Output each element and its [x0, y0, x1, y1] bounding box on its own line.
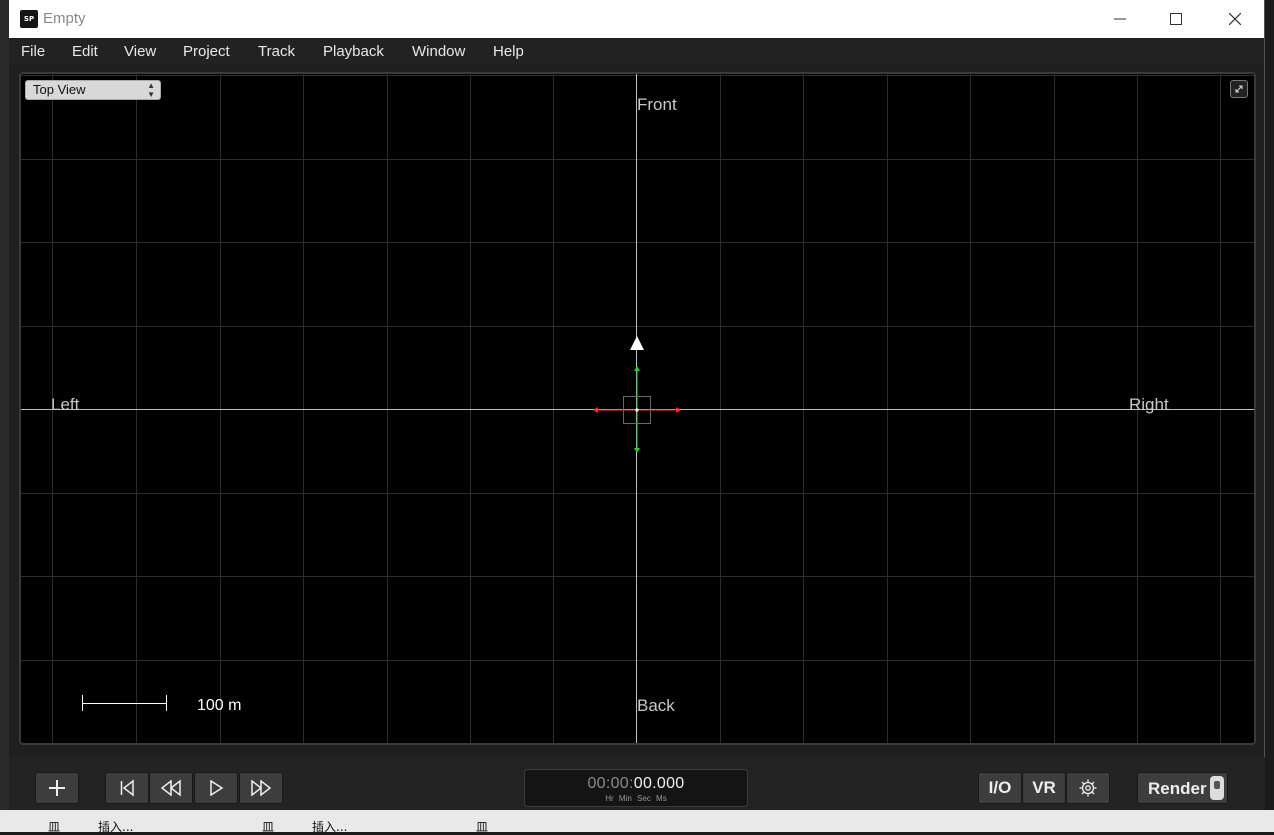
window-title: Empty — [43, 10, 86, 27]
add-button[interactable] — [35, 772, 79, 804]
listener-direction-arrow — [630, 336, 644, 350]
play-button[interactable] — [194, 772, 238, 804]
spatial-viewport[interactable]: Top View ▲ ▼ Front Back Left Right 100 m — [19, 72, 1256, 745]
select-arrows-icon: ▲ ▼ — [147, 81, 155, 99]
time-display-seconds: 00.000 — [633, 775, 685, 792]
maximize-icon — [1170, 13, 1182, 25]
maximize-button[interactable] — [1147, 0, 1205, 38]
label-front: Front — [637, 95, 677, 114]
host-fragment: 插入... — [98, 820, 134, 834]
plus-icon — [49, 780, 65, 796]
minimize-icon — [1114, 18, 1126, 20]
menu-bar: File Edit View Project Track Playback Wi… — [9, 38, 1264, 64]
time-display-hours-minutes: 00:00: — [587, 775, 634, 792]
menu-playback[interactable]: Playback — [323, 43, 384, 60]
transport-bar: 00:00:00.000 Hr Min Sec Ms I/O VR Render — [9, 757, 1265, 810]
vr-button[interactable]: VR — [1022, 772, 1066, 804]
collapse-arrows-icon — [1235, 85, 1243, 93]
app-icon: SP — [20, 10, 38, 28]
host-fragment: 插入... — [312, 820, 348, 834]
label-back: Back — [637, 696, 675, 715]
gear-icon — [1079, 779, 1097, 797]
play-icon — [210, 779, 224, 797]
label-left: Left — [51, 395, 80, 414]
menu-file[interactable]: File — [21, 43, 45, 60]
render-toggle[interactable] — [1210, 776, 1224, 800]
fast-forward-icon — [251, 779, 272, 797]
settings-button[interactable] — [1066, 772, 1110, 804]
skip-back-icon — [120, 779, 134, 797]
close-button[interactable] — [1206, 0, 1264, 38]
host-fragment: 皿 — [476, 820, 489, 834]
scale-bar — [82, 695, 167, 711]
menu-project[interactable]: Project — [183, 43, 230, 60]
menu-help[interactable]: Help — [493, 43, 524, 60]
skip-to-start-button[interactable] — [105, 772, 149, 804]
label-right: Right — [1129, 395, 1169, 414]
viewport-grid — [21, 74, 1254, 743]
minimize-button[interactable] — [1091, 0, 1149, 38]
host-fragment: 皿 — [262, 820, 275, 834]
host-fragment: 皿 — [48, 820, 61, 834]
rewind-button[interactable] — [149, 772, 193, 804]
menu-window[interactable]: Window — [412, 43, 465, 60]
close-icon — [1229, 13, 1241, 25]
host-app-background — [0, 0, 9, 832]
rewind-icon — [160, 779, 181, 797]
time-display: 00:00:00.000 Hr Min Sec Ms — [524, 769, 748, 807]
fast-forward-button[interactable] — [239, 772, 283, 804]
view-select[interactable]: Top View ▲ ▼ — [25, 80, 161, 100]
scale-label: 100 m — [197, 697, 242, 714]
view-toggle-button[interactable] — [1230, 80, 1248, 98]
view-select-value: Top View — [33, 82, 86, 97]
menu-track[interactable]: Track — [258, 43, 295, 60]
vr-button-label: VR — [1032, 778, 1056, 797]
time-units-label: Hr Min Sec Ms — [605, 794, 667, 803]
menu-view[interactable]: View — [124, 43, 156, 60]
io-button-label: I/O — [988, 778, 1012, 797]
title-bar: SP Empty — [9, 0, 1264, 38]
menu-edit[interactable]: Edit — [72, 43, 98, 60]
render-button-label: Render — [1148, 779, 1207, 798]
host-app-bottom-strip: 皿 插入... 皿 插入... 皿 — [0, 810, 1274, 834]
render-button[interactable]: Render — [1137, 772, 1228, 804]
app-window: SP Empty File Edit View Project Track Pl… — [9, 0, 1265, 810]
io-button[interactable]: I/O — [978, 772, 1022, 804]
